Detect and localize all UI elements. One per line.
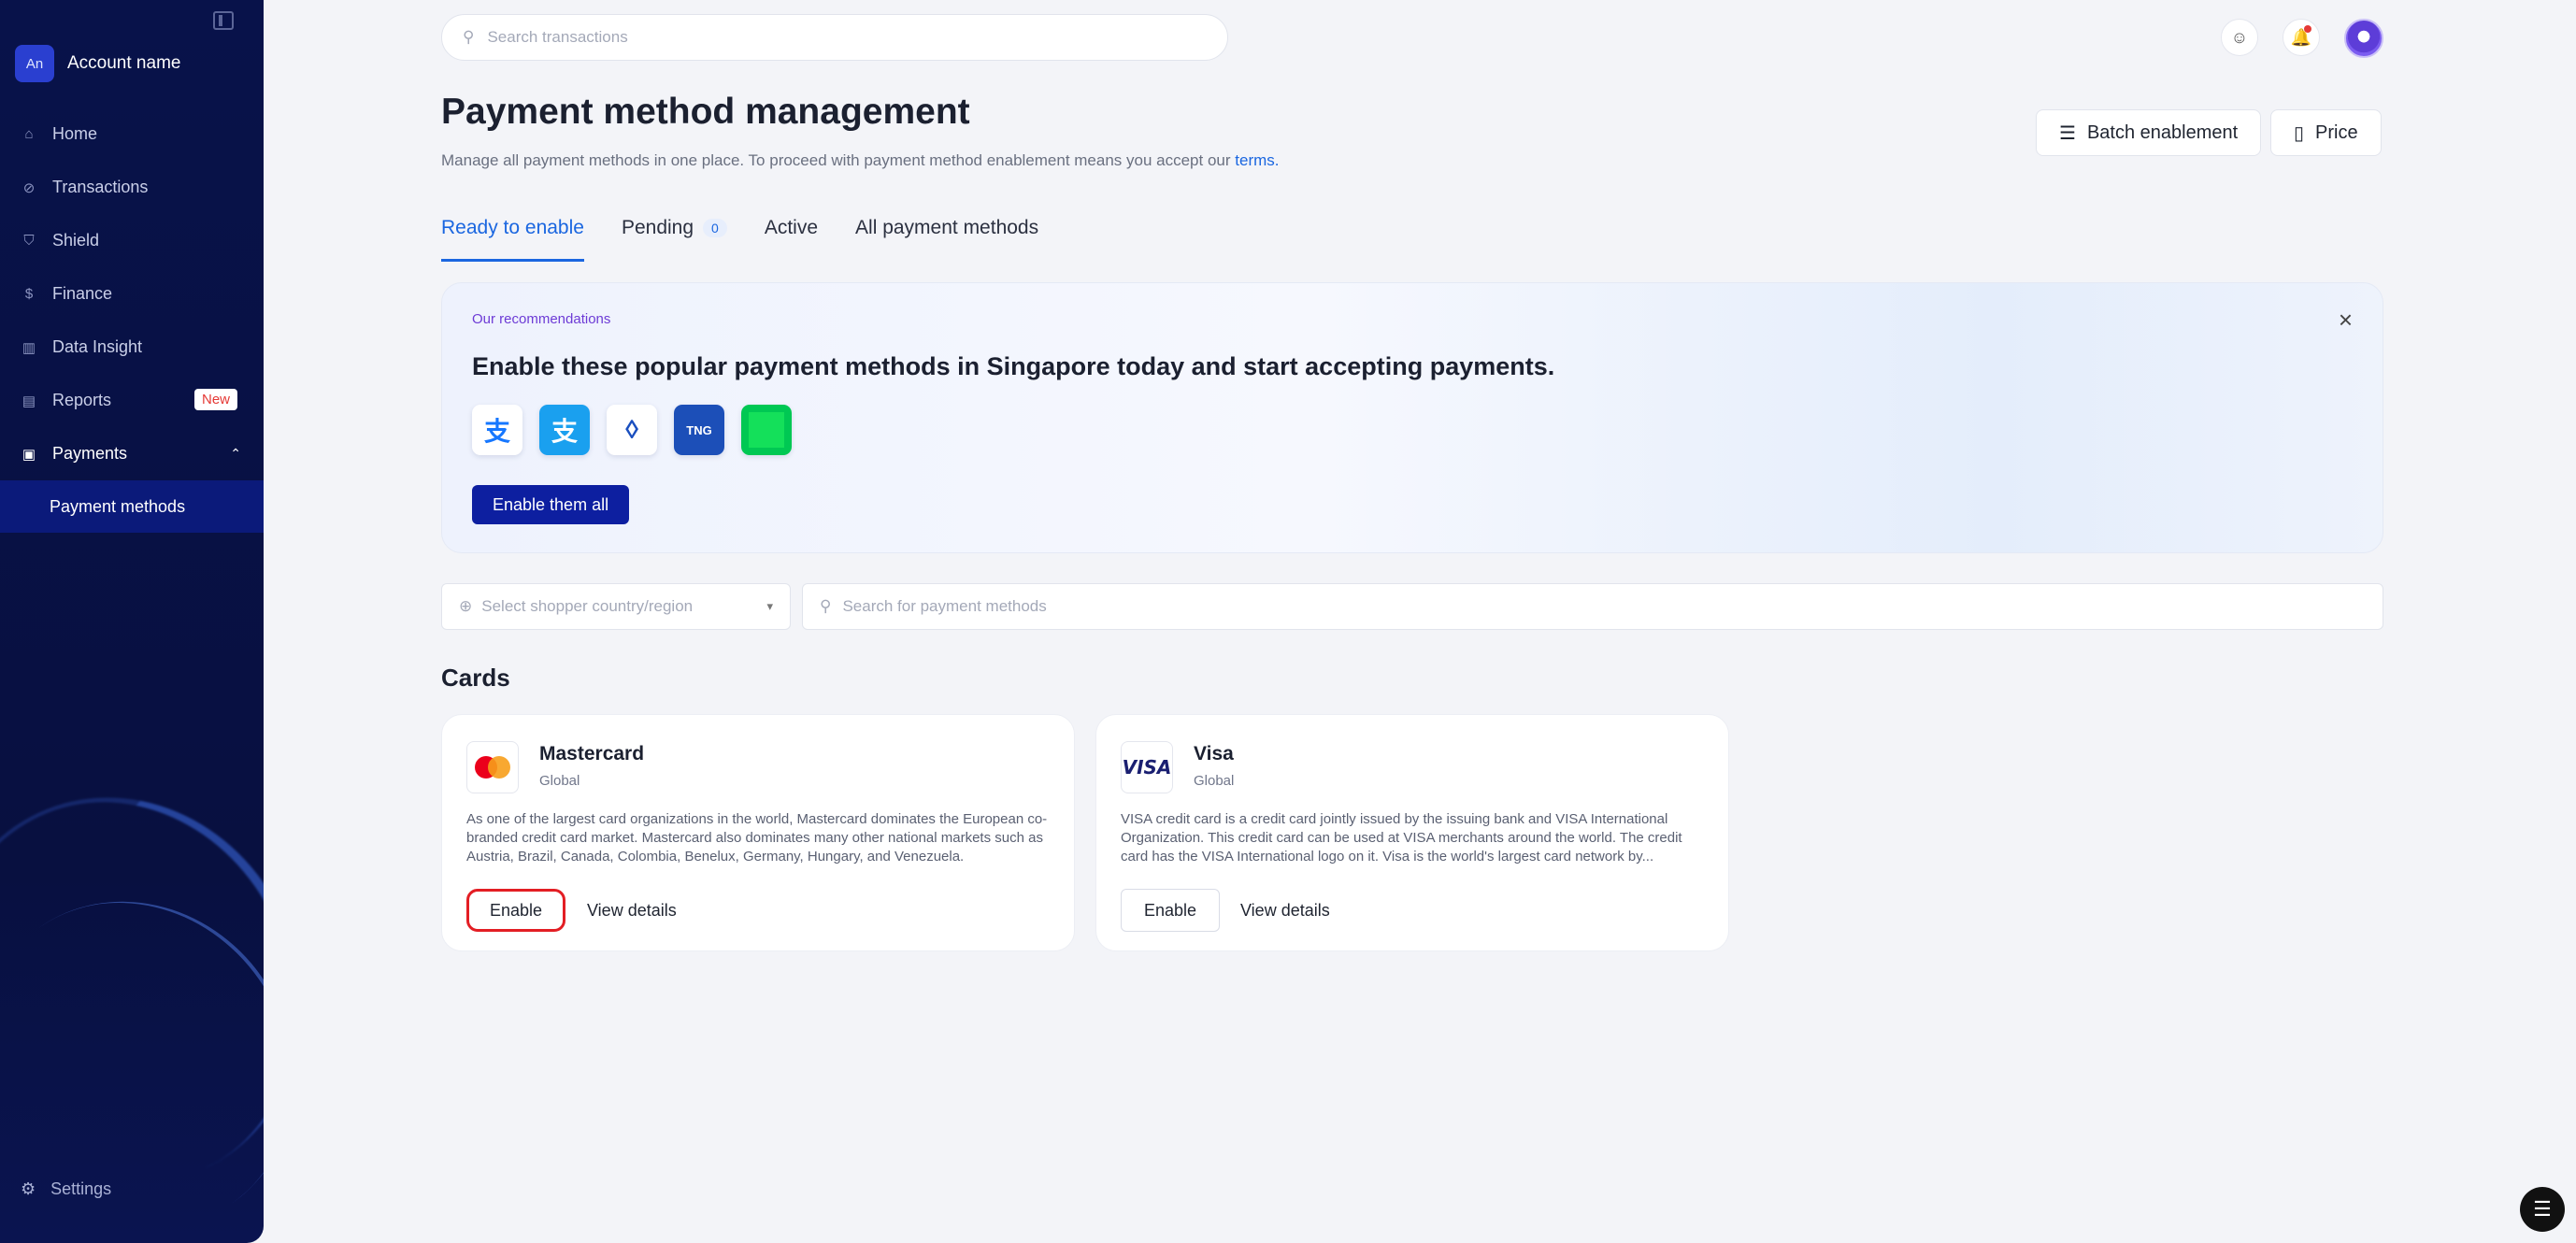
terms-link[interactable]: terms.: [1235, 151, 1279, 169]
tab-pending[interactable]: Pending 0: [622, 217, 727, 262]
card-region: Global: [1194, 773, 1235, 789]
globe-icon: ⊕: [459, 597, 473, 615]
enable-button[interactable]: Enable: [1121, 889, 1221, 932]
reports-icon: ▤: [21, 393, 36, 409]
sidebar-item-label: Shield: [52, 231, 100, 250]
pending-count-badge: 0: [703, 219, 727, 237]
payment-card-visa: VISA Visa Global VISA credit card is a c…: [1095, 714, 1729, 951]
enable-button[interactable]: Enable: [466, 889, 566, 932]
payment-method-search[interactable]: ⚲ Search for payment methods: [802, 583, 2383, 630]
batch-icon: ☰: [2059, 122, 2076, 144]
card-name: Visa: [1194, 743, 1234, 764]
sidebar-item-label: Transactions: [52, 178, 149, 196]
sidebar-nav: ⌂ Home ⊘ Transactions ⛉ Shield $ Finance…: [0, 107, 264, 533]
payment-card-mastercard: Mastercard Global As one of the largest …: [441, 714, 1075, 951]
sidebar-item-label: Payments: [52, 444, 128, 463]
home-icon: ⌂: [24, 126, 34, 142]
tab-label: Pending: [621, 217, 694, 238]
section-title-cards: Cards: [441, 664, 510, 692]
sidebar-item-shield[interactable]: ⛉ Shield: [0, 214, 264, 267]
tab-label: Active: [764, 217, 819, 238]
page-title: Payment method management: [441, 92, 970, 132]
card-region: Global: [539, 773, 580, 789]
view-details-link[interactable]: View details: [1240, 889, 1330, 932]
new-badge: New: [194, 389, 238, 410]
feedback-icon[interactable]: ☺: [2221, 19, 2258, 56]
avatar[interactable]: [2344, 19, 2383, 58]
sidebar-item-reports[interactable]: ▤ Reports New: [0, 374, 264, 427]
price-icon: ▯: [2294, 122, 2305, 144]
transactions-icon: ⊘: [22, 179, 36, 196]
sidebar-item-settings[interactable]: ⚙ Settings: [21, 1179, 111, 1199]
view-details-link[interactable]: View details: [587, 889, 677, 932]
grabpay-icon: [741, 405, 792, 455]
recommendation-banner: Our recommendations Enable these popular…: [441, 282, 2383, 553]
tab-label: All payment methods: [855, 217, 1039, 238]
account-switcher[interactable]: An Account name: [15, 45, 180, 82]
transactions-search[interactable]: ⚲ Search transactions: [441, 14, 1228, 61]
tab-label: Ready to enable: [441, 217, 584, 238]
tab-all-payment-methods[interactable]: All payment methods: [855, 217, 1038, 262]
sidebar-item-label: Settings: [50, 1179, 112, 1198]
card-description: As one of the largest card organizations…: [466, 811, 1048, 864]
sidebar-item-payments[interactable]: ▣ Payments ⌃: [0, 427, 264, 480]
search-icon: ⚲: [463, 28, 475, 46]
card-name: Mastercard: [539, 743, 645, 764]
visa-logo: VISA: [1121, 741, 1173, 793]
krungthai-icon: ◊: [607, 405, 657, 455]
sidebar-item-home[interactable]: ⌂ Home: [0, 107, 264, 161]
recommended-methods: 支 支 ◊ TNG: [472, 405, 792, 455]
sidebar-item-label: Reports: [52, 391, 112, 409]
payment-search-placeholder: Search for payment methods: [842, 597, 1047, 615]
wallet-icon: ▣: [21, 446, 36, 463]
sidebar-item-data-insight[interactable]: ▥ Data Insight: [0, 321, 264, 374]
batch-enablement-label: Batch enablement: [2086, 121, 2239, 143]
search-input-placeholder: Search transactions: [487, 28, 628, 46]
enable-them-all-button[interactable]: Enable them all: [472, 485, 630, 524]
card-description: VISA credit card is a credit card jointl…: [1121, 811, 1682, 864]
country-placeholder: Select shopper country/region: [481, 597, 694, 615]
sidebar-item-payment-methods[interactable]: Payment methods: [0, 480, 264, 533]
banner-kicker: Our recommendations: [472, 311, 611, 327]
sidebar-item-label: Finance: [52, 284, 113, 303]
subtitle-text: Manage all payment methods in one place.…: [441, 151, 1231, 169]
price-label: Price: [2315, 121, 2358, 143]
account-name: Account name: [67, 53, 181, 73]
sidebar-item-label: Home: [52, 124, 98, 143]
sidebar-item-label: Data Insight: [52, 337, 143, 356]
alipay-icon: 支: [472, 405, 522, 455]
tab-ready-to-enable[interactable]: Ready to enable: [441, 217, 584, 262]
sidebar-item-label: Payment methods: [50, 496, 186, 516]
chevron-down-icon: ▾: [766, 599, 773, 613]
alipay-hk-icon: 支: [539, 405, 590, 455]
price-button[interactable]: ▯ Price: [2270, 109, 2382, 156]
help-chat-icon[interactable]: ☰: [2520, 1187, 2565, 1232]
shield-icon: ⛉: [23, 233, 35, 249]
banner-headline: Enable these popular payment methods in …: [472, 352, 1555, 380]
chart-icon: ▥: [21, 339, 36, 356]
page-subtitle: Manage all payment methods in one place.…: [441, 151, 1280, 170]
mastercard-logo: [466, 741, 519, 793]
notification-dot: [2304, 25, 2311, 33]
chevron-up-icon: ⌃: [230, 446, 241, 461]
tab-active[interactable]: Active: [765, 217, 818, 262]
sidebar-item-finance[interactable]: $ Finance: [0, 267, 264, 321]
top-icons: ☺ 🔔: [2221, 19, 2383, 58]
touch-n-go-icon: TNG: [674, 405, 724, 455]
collapse-sidebar-icon[interactable]: [213, 11, 234, 30]
finance-icon: $: [24, 286, 34, 302]
country-region-select[interactable]: ⊕ Select shopper country/region ▾: [441, 583, 791, 630]
gear-icon: ⚙: [21, 1179, 36, 1198]
close-icon[interactable]: ×: [2339, 306, 2353, 335]
batch-enablement-button[interactable]: ☰ Batch enablement: [2036, 109, 2262, 156]
search-icon: ⚲: [820, 597, 832, 615]
sidebar: An Account name ⌂ Home ⊘ Transactions ⛉ …: [0, 0, 264, 1243]
sidebar-item-transactions[interactable]: ⊘ Transactions: [0, 161, 264, 214]
account-avatar: An: [15, 45, 54, 82]
tab-bar: Ready to enable Pending 0 Active All pay…: [441, 217, 1038, 262]
bell-icon[interactable]: 🔔: [2283, 19, 2320, 56]
